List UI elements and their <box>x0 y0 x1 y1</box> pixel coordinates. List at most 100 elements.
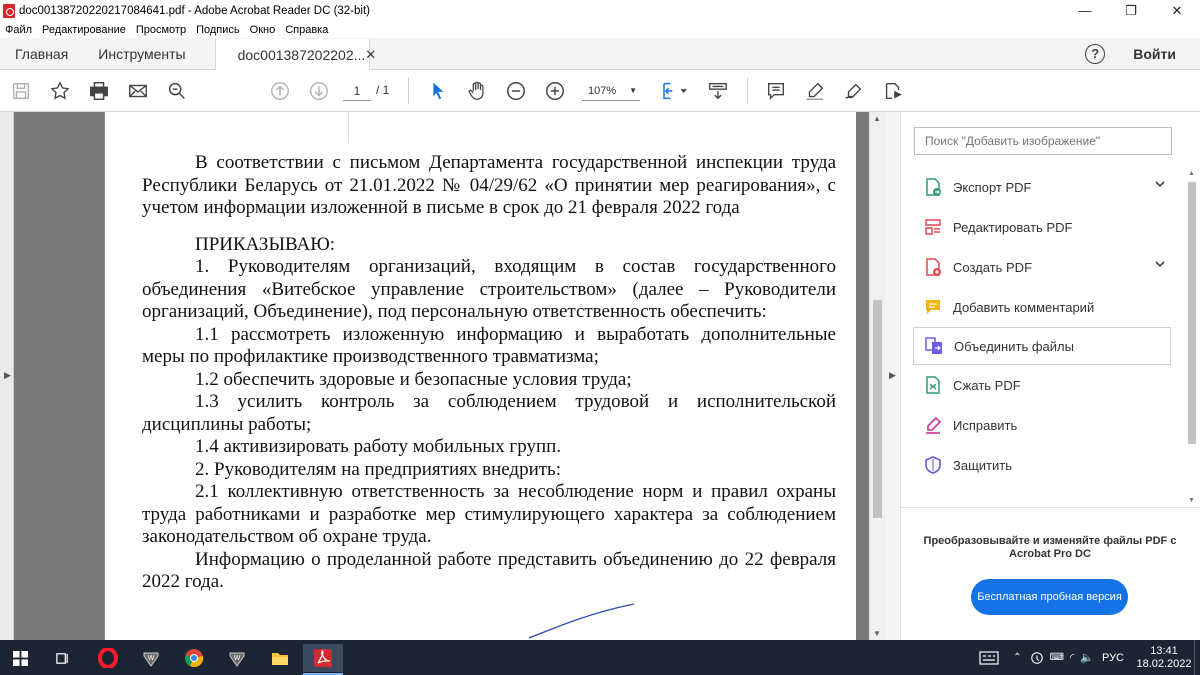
help-icon[interactable]: ? <box>1085 43 1106 64</box>
tool-add-comment[interactable]: Добавить комментарий <box>913 287 1171 327</box>
tool-combine-files[interactable]: Объединить файлы <box>913 327 1171 365</box>
highlight-pen-icon[interactable] <box>803 79 827 103</box>
document-text: В соответствии с письмом Департамента го… <box>142 152 836 594</box>
collapse-right-panel-icon[interactable]: ▶ <box>889 370 896 381</box>
tab-bar: Главная Инструменты doc001387202202... ✕… <box>0 38 1200 70</box>
clock[interactable]: 13:41 18.02.2022 <box>1134 645 1194 671</box>
sign-icon[interactable] <box>842 79 866 103</box>
tab-document[interactable]: doc001387202202... ✕ <box>214 39 376 70</box>
chevron-down-icon[interactable] <box>1155 259 1165 269</box>
clock-date: 18.02.2022 <box>1136 657 1192 670</box>
scroll-up-icon[interactable]: ▲ <box>873 114 881 123</box>
select-cursor-icon[interactable] <box>426 79 450 103</box>
save-icon[interactable] <box>9 79 33 103</box>
scrollbar-thumb[interactable] <box>1188 182 1196 444</box>
network-icon[interactable]: ◜ <box>1070 651 1074 664</box>
keyboard-icon[interactable]: ⌨ <box>1050 652 1064 663</box>
tool-compress-pdf[interactable]: Сжать PDF <box>913 365 1171 405</box>
acrobat-app-icon <box>3 3 15 18</box>
system-tray: ⌃ ⌨ ◜ 🔈 РУС 13:41 18.02.2022 <box>979 640 1200 675</box>
promo-panel: Преобразовывайте и изменяйте файлы PDF с… <box>901 507 1200 640</box>
page-number-input[interactable] <box>343 81 371 101</box>
menu-sign[interactable]: Подпись <box>191 24 245 36</box>
show-hidden-icons-icon[interactable]: ⌃ <box>1013 652 1021 663</box>
menu-bar: Файл Редактирование Просмотр Подпись Окн… <box>0 21 1200 38</box>
tab-close-icon[interactable]: ✕ <box>365 47 376 63</box>
svg-text:W: W <box>148 655 155 662</box>
zoom-in-icon[interactable] <box>543 79 567 103</box>
expand-left-panel-icon[interactable]: ▶ <box>4 370 11 381</box>
next-page-icon[interactable] <box>307 79 331 103</box>
windows-start-icon[interactable] <box>0 644 40 672</box>
scroll-mode-icon[interactable] <box>706 79 730 103</box>
search-icon[interactable] <box>165 79 189 103</box>
show-desktop-button[interactable] <box>1194 640 1200 675</box>
compress-pdf-icon <box>926 376 940 394</box>
comment-icon[interactable] <box>764 79 788 103</box>
menu-edit[interactable]: Редактирование <box>37 24 131 36</box>
print-icon[interactable] <box>87 79 111 103</box>
volume-icon[interactable]: 🔈 <box>1080 651 1094 664</box>
file-explorer-icon[interactable] <box>260 644 300 672</box>
document-scrollbar[interactable]: ▲ ▼ <box>869 112 885 640</box>
svg-text:W: W <box>234 655 241 662</box>
tool-protect[interactable]: Защитить <box>913 445 1171 485</box>
scroll-up-icon[interactable]: ▲ <box>1188 170 1195 177</box>
star-icon[interactable] <box>48 79 72 103</box>
scrollbar-thumb[interactable] <box>873 300 882 518</box>
chrome-browser-icon[interactable] <box>174 644 214 672</box>
email-icon[interactable] <box>126 79 150 103</box>
tool-fill-sign[interactable]: Исправить <box>913 405 1171 445</box>
menu-view[interactable]: Просмотр <box>131 24 191 36</box>
taskbar: W W ⌃ ⌨ ◜ 🔈 РУС 13:41 18.02.2022 <box>0 640 1200 675</box>
document-view[interactable]: В соответствии с письмом Департамента го… <box>14 112 869 640</box>
hand-tool-icon[interactable] <box>465 79 489 103</box>
action-center-icon[interactable] <box>979 650 999 666</box>
tool-create-pdf[interactable]: Создать PDF <box>913 247 1171 287</box>
login-button[interactable]: Войти <box>1133 46 1176 62</box>
tools-scrollbar[interactable]: ▲ ▼ <box>1186 170 1198 504</box>
fill-sign-icon <box>926 416 942 434</box>
left-navigation-panel[interactable]: ▶ <box>0 112 14 640</box>
scroll-down-icon[interactable]: ▼ <box>873 629 881 638</box>
chevron-down-icon[interactable] <box>1155 179 1165 189</box>
acrobat-taskbar-icon[interactable] <box>303 644 343 675</box>
input-language[interactable]: РУС <box>1102 652 1124 664</box>
tool-label: Исправить <box>953 417 1018 433</box>
tool-search-input[interactable] <box>914 127 1172 155</box>
world-of-tanks-icon[interactable]: W <box>131 644 171 672</box>
menu-window[interactable]: Окно <box>245 24 281 36</box>
chevron-down-icon: ▼ <box>629 86 637 95</box>
previous-page-icon[interactable] <box>268 79 292 103</box>
tool-label: Редактировать PDF <box>953 219 1073 235</box>
minimize-button[interactable]: — <box>1062 0 1108 21</box>
close-window-button[interactable]: ✕ <box>1154 0 1200 21</box>
toolbar-divider <box>408 78 409 104</box>
onedrive-icon[interactable] <box>1030 651 1044 665</box>
share-sign-icon[interactable] <box>881 79 905 103</box>
paragraph-item-1: 1. Руководителям организаций, входящим в… <box>142 256 836 322</box>
maximize-button[interactable]: ❐ <box>1108 0 1154 21</box>
paragraph-item-2-1: 2.1 коллективную ответственность за несо… <box>142 481 836 547</box>
tab-tools[interactable]: Инструменты <box>83 38 200 69</box>
paragraph-item-1-3: 1.3 усилить контроль за соблюдением труд… <box>142 391 836 435</box>
menu-help[interactable]: Справка <box>280 24 333 36</box>
menu-file[interactable]: Файл <box>0 24 37 36</box>
page-fit-icon[interactable] <box>660 79 690 103</box>
tool-label: Добавить комментарий <box>953 299 1095 315</box>
world-of-tanks-icon[interactable]: W <box>217 644 257 672</box>
free-trial-button[interactable]: Бесплатная пробная версия <box>971 579 1128 615</box>
right-panel-toggle[interactable]: ▶ <box>885 112 901 640</box>
task-view-icon[interactable] <box>42 644 82 672</box>
tool-edit-pdf[interactable]: Редактировать PDF <box>913 207 1171 247</box>
create-pdf-icon <box>926 258 941 276</box>
promo-text: Преобразовывайте и изменяйте файлы PDF с… <box>923 535 1177 560</box>
opera-browser-icon[interactable] <box>88 644 128 672</box>
tab-home[interactable]: Главная <box>0 38 83 69</box>
combine-files-icon <box>925 337 942 354</box>
title-bar: doc0013872022021708464​1.pdf - Adobe Acr… <box>0 0 1200 21</box>
tool-export-pdf[interactable]: Экспорт PDF <box>913 167 1171 207</box>
zoom-select[interactable]: 107% ▼ <box>582 81 640 101</box>
zoom-out-icon[interactable] <box>504 79 528 103</box>
scroll-down-icon[interactable]: ▼ <box>1188 497 1195 504</box>
